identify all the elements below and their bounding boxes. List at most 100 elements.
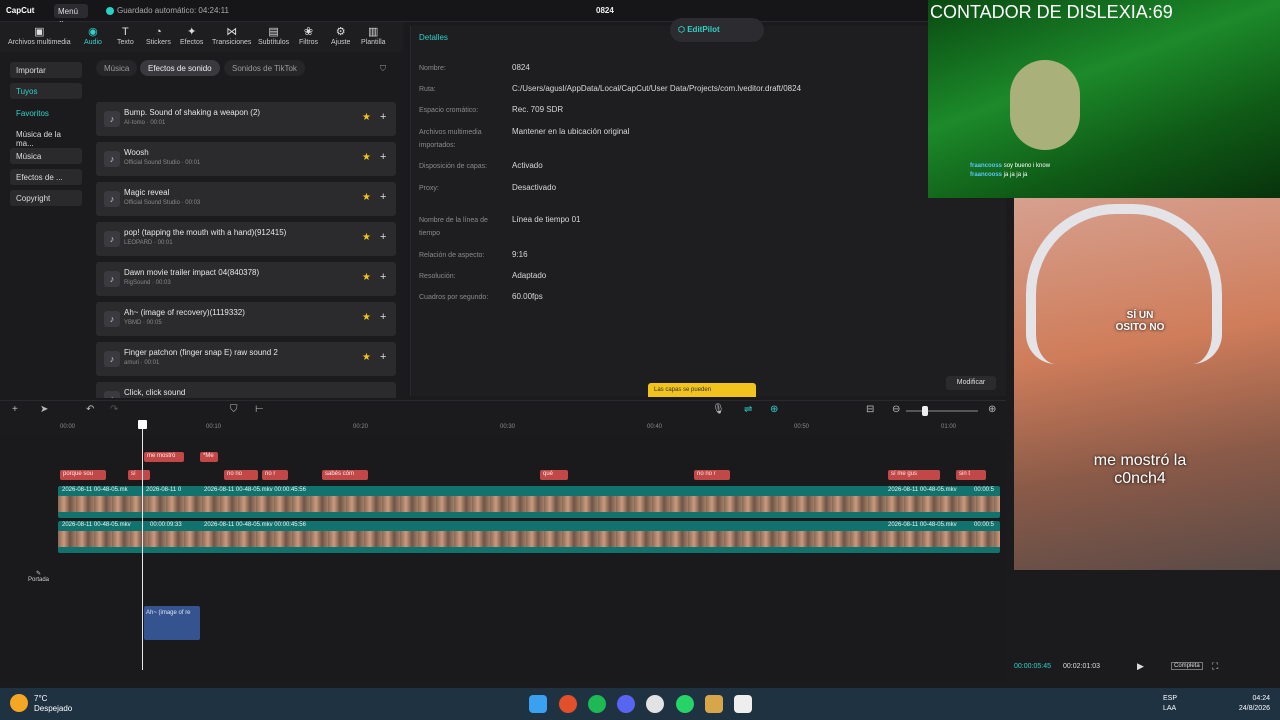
playhead-handle[interactable] (138, 420, 147, 429)
tab-tiktok-sounds[interactable]: Sonidos de TikTok (224, 60, 305, 76)
music-note-icon: ♪ (104, 191, 120, 207)
audio-category-nav: Importar Tuyos Favoritos Música de la ma… (6, 58, 84, 398)
add-track-icon[interactable]: + (12, 404, 18, 415)
video-track-1[interactable]: 2026-08-11 00-48-05.mk 2026-08-11 0 2026… (58, 486, 1000, 518)
nav-favorites[interactable]: Favoritos (10, 105, 82, 121)
nav-yours[interactable]: Tuyos (10, 83, 82, 99)
preview-icon[interactable]: ⊟ (866, 404, 874, 415)
nav-sound-effects[interactable]: Efectos de ... (10, 169, 82, 185)
music-note-icon: ♪ (104, 271, 120, 287)
text-clip[interactable]: no no (224, 470, 258, 480)
start-icon[interactable] (529, 695, 547, 713)
link-icon[interactable]: ⇌ (744, 404, 752, 415)
magnet-icon[interactable]: ⊕ (770, 404, 778, 415)
zoom-slider[interactable] (906, 410, 978, 412)
menu-button[interactable]: Menú ⌄ (54, 4, 88, 25)
text-clip[interactable]: *Me (200, 452, 218, 462)
add-icon[interactable]: + (380, 231, 386, 243)
nav-music[interactable]: Música (10, 148, 82, 164)
select-tool-icon[interactable]: ➤ (40, 404, 48, 415)
modify-button[interactable]: Modificar (946, 376, 996, 390)
add-icon[interactable]: + (380, 351, 386, 363)
zoom-handle[interactable] (922, 406, 928, 416)
text-clip[interactable]: sí (128, 470, 150, 480)
sound-item[interactable]: ♪Click, click sound (96, 382, 396, 398)
tool-subtitles[interactable]: ▤ Subtítulos (258, 26, 289, 46)
time-ruler[interactable]: 00:00 00:10 00:20 00:30 00:40 00:50 01:0… (60, 420, 1006, 434)
add-icon[interactable]: + (380, 151, 386, 163)
tool-effects[interactable]: ✦ Efectos (180, 26, 203, 46)
capcut-icon[interactable] (734, 695, 752, 713)
sound-item[interactable]: ♪ Finger patchon (finger snap E) raw soun… (96, 342, 396, 376)
sound-item[interactable]: ♪ Dawn movie trailer impact 04(840378) Rig… (96, 262, 396, 296)
cover-button[interactable]: ✎ Portada (28, 570, 49, 583)
redo-icon[interactable]: ↷ (110, 404, 118, 415)
zoom-out-icon[interactable]: ⊖ (892, 404, 900, 415)
sound-item[interactable]: ♪ pop! (tapping the mouth with a hand)(91… (96, 222, 396, 256)
favorite-star-icon[interactable]: ★ (362, 192, 371, 203)
add-icon[interactable]: + (380, 111, 386, 123)
filter-icon[interactable]: ⛉ (372, 60, 394, 76)
tab-music[interactable]: Música (96, 60, 138, 76)
fullscreen-icon[interactable]: ⛶ (1212, 661, 1218, 672)
template-icon: ▥ (368, 26, 379, 38)
obs-icon[interactable] (646, 695, 664, 713)
app-icon[interactable] (705, 695, 723, 713)
sound-item[interactable]: ♪ Bump. Sound of shaking a weapon (2) AI-t… (96, 102, 396, 136)
sound-item[interactable]: ♪ Magic reveal Official Sound Studio · 00:… (96, 182, 396, 216)
split-icon[interactable]: ⊢ (255, 404, 264, 415)
playhead[interactable] (142, 420, 143, 670)
favorite-star-icon[interactable]: ★ (362, 112, 371, 123)
tool-filters[interactable]: ❀ Filtros (299, 26, 318, 46)
text-clip[interactable]: me mostró (144, 452, 184, 462)
weather-icon[interactable] (10, 694, 28, 712)
tool-transitions[interactable]: ⋈ Transiciones (212, 26, 251, 46)
tool-stickers[interactable]: ◔ Stickers (146, 26, 171, 46)
language-indicator[interactable]: ESP LAA (1163, 694, 1177, 714)
add-icon[interactable]: + (380, 191, 386, 203)
tool-media[interactable]: ▣ Archivos multimedia (8, 26, 71, 46)
sound-item[interactable]: ♪ Ah~ (image of recovery)(1119332) YBMD · … (96, 302, 396, 336)
text-clip[interactable]: qué (540, 470, 568, 480)
microphone-icon[interactable]: 🎙 (712, 404, 725, 415)
whatsapp-icon[interactable] (676, 695, 694, 713)
favorite-star-icon[interactable]: ★ (362, 232, 371, 243)
detail-label: Nombre: (419, 65, 446, 72)
sound-item[interactable]: ♪ Woosh Official Sound Studio · 00:01 ★ + (96, 142, 396, 176)
add-icon[interactable]: + (380, 271, 386, 283)
zoom-in-icon[interactable]: ⊕ (988, 404, 996, 415)
brave-icon[interactable] (559, 695, 577, 713)
stream-chat: fraancooss soy bueno i know fraancooss j… (970, 162, 1050, 180)
favorite-star-icon[interactable]: ★ (362, 272, 371, 283)
play-icon[interactable]: ▶ (1137, 661, 1144, 672)
tab-sound-effects[interactable]: Efectos de sonido (140, 60, 220, 76)
tool-templates[interactable]: ▥ Plantilla (361, 26, 386, 46)
text-clip[interactable]: sin t (956, 470, 986, 480)
text-clip[interactable]: no r (262, 470, 288, 480)
system-clock[interactable]: 04:24 24/8/2026 (1236, 694, 1270, 714)
shield-icon[interactable]: ⛉ (230, 404, 238, 415)
tool-adjust[interactable]: ⚙ Ajuste (331, 26, 350, 46)
favorite-star-icon[interactable]: ★ (362, 312, 371, 323)
text-clip[interactable]: no no r (694, 470, 730, 480)
nav-import[interactable]: Importar (10, 62, 82, 78)
nav-copyright[interactable]: Copyright (10, 190, 82, 206)
favorite-star-icon[interactable]: ★ (362, 352, 371, 363)
text-clip[interactable]: sí me gus (888, 470, 940, 480)
spotify-icon[interactable] (588, 695, 606, 713)
ratio-select[interactable]: Completa (1171, 662, 1203, 670)
text-clip[interactable]: sabés cóm (322, 470, 368, 480)
text-clip[interactable]: porque sou (60, 470, 106, 480)
discord-icon[interactable] (617, 695, 635, 713)
tool-text[interactable]: T Texto (117, 26, 134, 46)
video-track-2[interactable]: 2026-08-11 00-48-05.mkv 00:00:09:33 2026… (58, 521, 1000, 553)
favorite-star-icon[interactable]: ★ (362, 152, 371, 163)
add-icon[interactable]: + (380, 311, 386, 323)
tool-audio[interactable]: ◉ Audio (84, 26, 102, 46)
detail-value: 9:16 (512, 250, 528, 259)
undo-icon[interactable]: ↶ (86, 404, 94, 415)
audio-clip[interactable]: Ah~ (image of re (144, 606, 200, 640)
weather-widget[interactable]: 7°C Despejado (34, 694, 72, 714)
nav-music-brand[interactable]: Música de la ma... (10, 126, 82, 148)
editpilot-button[interactable]: ⬡ EditPilot (670, 18, 764, 42)
